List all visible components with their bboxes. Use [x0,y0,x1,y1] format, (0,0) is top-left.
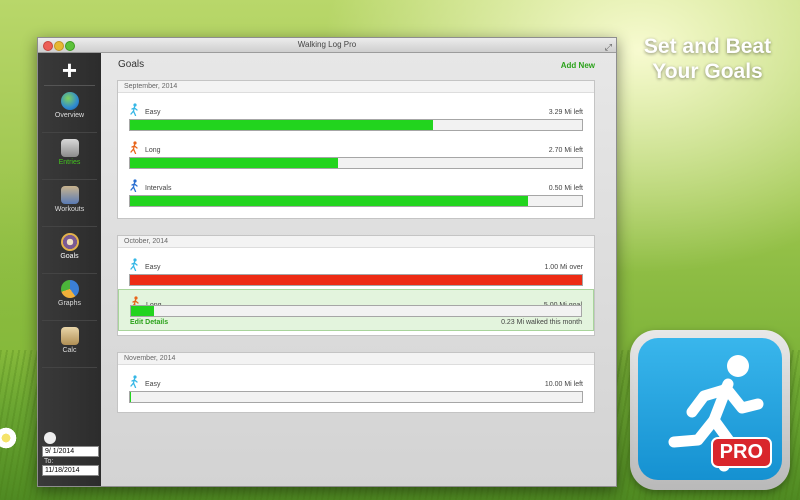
minimize-button[interactable] [54,41,64,51]
page-title: Goals [118,59,145,70]
runner-icon [130,258,138,271]
notebook-icon [60,139,79,157]
progress-fill [131,306,154,316]
pie-chart-icon [60,280,79,298]
from-date-field[interactable]: 9/ 1/2014 [42,446,99,457]
sidebar-item-goals[interactable]: Goals [42,233,97,274]
app-window: Walking Log Pro ⤢ + Overview Entries Wor… [37,37,617,487]
tagline-line-1: Set and Beat [643,35,772,58]
sidebar-item-label: Calc [62,347,77,354]
progress-bar [129,391,583,403]
date-range: 9/ 1/2014 To: 11/18/2014 [42,432,99,476]
goal-row[interactable]: Intervals 0.50 Mi left [118,173,594,210]
goal-row[interactable]: Long 2.70 Mi left [118,135,594,172]
group-month: October, 2014 [118,236,594,248]
to-date-field[interactable]: 11/18/2014 [42,465,99,476]
goal-name: Easy [145,381,161,388]
goal-row[interactable]: Easy 3.29 Mi left [118,97,594,134]
sidebar-item-graphs[interactable]: Graphs [42,280,97,321]
progress-bar [130,305,582,317]
progress-fill [130,196,528,206]
pro-badge: PRO [710,437,772,468]
plus-icon[interactable]: + [38,55,101,85]
sidebar-item-label: Goals [60,253,79,260]
goal-row[interactable]: Easy 10.00 Mi left [118,369,594,406]
group-month: November, 2014 [118,353,594,365]
to-label: To: [44,458,54,465]
progress-fill [130,120,433,130]
goal-name: Long [145,147,161,154]
progress-bar [129,195,583,207]
progress-fill [130,392,131,402]
progress-fill [130,275,582,285]
sidebar: + Overview Entries Workouts Goals Graphs… [38,53,101,486]
goal-status: 10.00 Mi left [544,381,583,388]
goal-status: 0.50 Mi left [548,185,583,192]
runner-icon [130,179,138,192]
edit-details-link[interactable]: Edit Details [130,319,168,326]
sidebar-item-calc[interactable]: Calc [42,327,97,368]
goal-row[interactable]: Easy 1.00 Mi over [118,252,594,289]
runner-icon [130,103,138,116]
progress-bar [129,274,583,286]
target-icon [60,233,79,251]
tagline-line-2: Your Goals [652,60,763,83]
progress-bar [129,157,583,169]
goal-name: Easy [145,264,161,271]
runner-icon [130,141,138,154]
group-month: September, 2014 [118,81,594,93]
strongman-icon [60,186,79,204]
goal-group: October, 2014 Easy 1.00 Mi over Long 5.0… [117,235,595,336]
sidebar-item-label: Entries [58,159,81,166]
runner-icon [130,375,138,388]
goal-status: 1.00 Mi over [544,264,583,271]
main-content: Goals Add New September, 2014 Easy 3.29 … [101,53,616,486]
add-new-button[interactable]: Add New [561,61,595,70]
progress-bar [129,119,583,131]
walked-this-month: 0.23 Mi walked this month [501,319,582,326]
window-title: Walking Log Pro [297,40,357,49]
date-toggle[interactable] [44,432,56,444]
goal-name: Easy [145,109,161,116]
goal-status: 2.70 Mi left [548,147,583,154]
title-bar: Walking Log Pro ⤢ [38,38,616,53]
tagline: Set and Beat Your Goals [625,34,790,84]
calculator-icon [60,327,79,345]
sidebar-item-workouts[interactable]: Workouts [42,186,97,227]
globe-icon [60,92,79,110]
goal-name: Intervals [145,185,172,192]
fullscreen-icon[interactable]: ⤢ [605,40,612,54]
sidebar-item-label: Workouts [54,206,85,213]
goal-group: September, 2014 Easy 3.29 Mi left Long 2… [117,80,595,219]
goal-row-selected[interactable]: Long 5.00 Mi goal Edit Details 0.23 Mi w… [118,289,594,331]
close-button[interactable] [43,41,53,51]
sidebar-item-label: Graphs [58,300,81,307]
goal-group: November, 2014 Easy 10.00 Mi left [117,352,595,413]
zoom-button[interactable] [65,41,75,51]
sidebar-item-overview[interactable]: Overview [42,92,97,133]
goal-status: 3.29 Mi left [548,109,583,116]
sidebar-divider [44,85,95,86]
sidebar-item-label: Overview [54,112,85,119]
sidebar-item-entries[interactable]: Entries [42,139,97,180]
progress-fill [130,158,338,168]
app-icon: PRO [630,330,790,490]
